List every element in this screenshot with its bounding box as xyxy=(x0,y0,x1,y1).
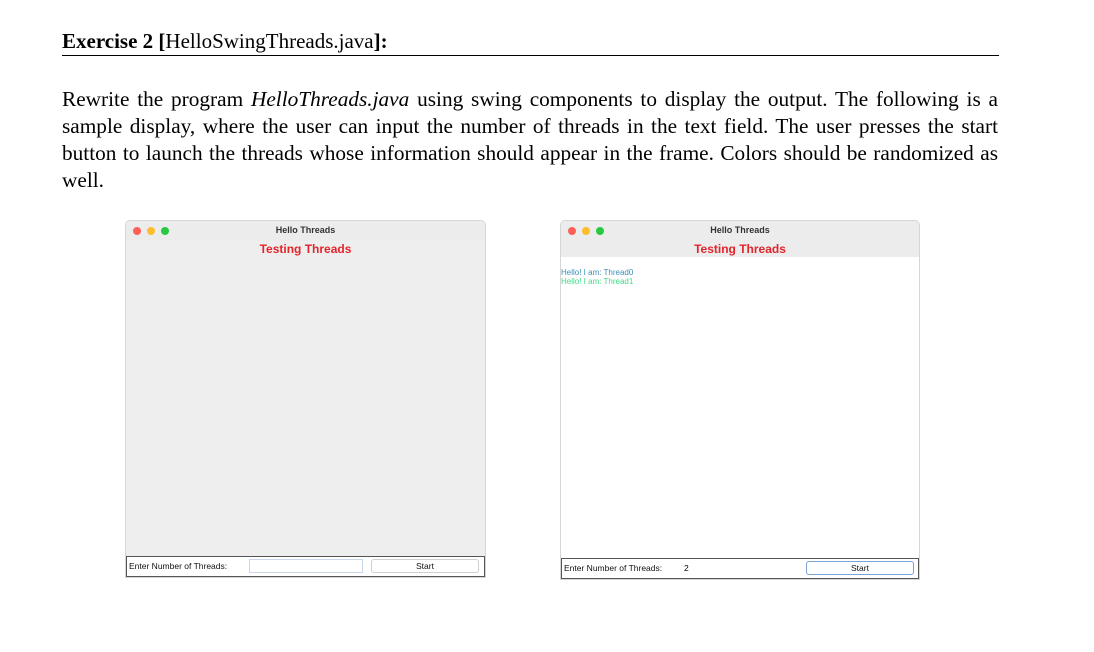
exercise-heading: Exercise 2 [HelloSwingThreads.java]: xyxy=(62,28,999,56)
hello-threads-window-after: Hello Threads Testing Threads Hello! I a… xyxy=(560,220,920,580)
testing-threads-banner: Testing Threads xyxy=(259,242,352,256)
threads-count-input[interactable] xyxy=(680,561,798,575)
exercise-label: Exercise 2 xyxy=(62,29,159,53)
para-text-1: Rewrite the program xyxy=(62,87,251,111)
program-name: HelloThreads.java xyxy=(250,87,410,111)
window-titlebar[interactable]: Hello Threads xyxy=(561,221,919,241)
thread-output-line-0: Hello! I am: Thread0 xyxy=(561,268,634,277)
heading-filename: HelloSwingThreads.java xyxy=(165,29,374,53)
hello-threads-window-before: Hello Threads Testing Threads Enter Numb… xyxy=(125,220,486,578)
output-area: Hello! I am: Thread0 Hello! I am: Thread… xyxy=(561,257,919,558)
testing-threads-banner: Testing Threads xyxy=(561,241,919,257)
threads-count-input[interactable] xyxy=(249,559,363,573)
threads-count-label: Enter Number of Threads: xyxy=(129,561,228,571)
start-button[interactable]: Start xyxy=(806,561,914,575)
threads-count-label: Enter Number of Threads: xyxy=(564,563,663,573)
window-titlebar[interactable]: Hello Threads xyxy=(126,221,485,241)
input-bar: Enter Number of Threads: Start xyxy=(126,556,485,577)
input-bar: Enter Number of Threads: Start xyxy=(561,558,919,579)
heading-close-bracket: ]: xyxy=(373,29,388,53)
instructions-paragraph: Rewrite the program HelloThreads.java us… xyxy=(62,86,998,194)
thread-output-line-1: Hello! I am: Thread1 xyxy=(561,277,634,286)
start-button[interactable]: Start xyxy=(371,559,479,573)
window-title: Hello Threads xyxy=(710,225,770,235)
window-title: Hello Threads xyxy=(275,225,336,235)
output-area xyxy=(126,258,485,556)
